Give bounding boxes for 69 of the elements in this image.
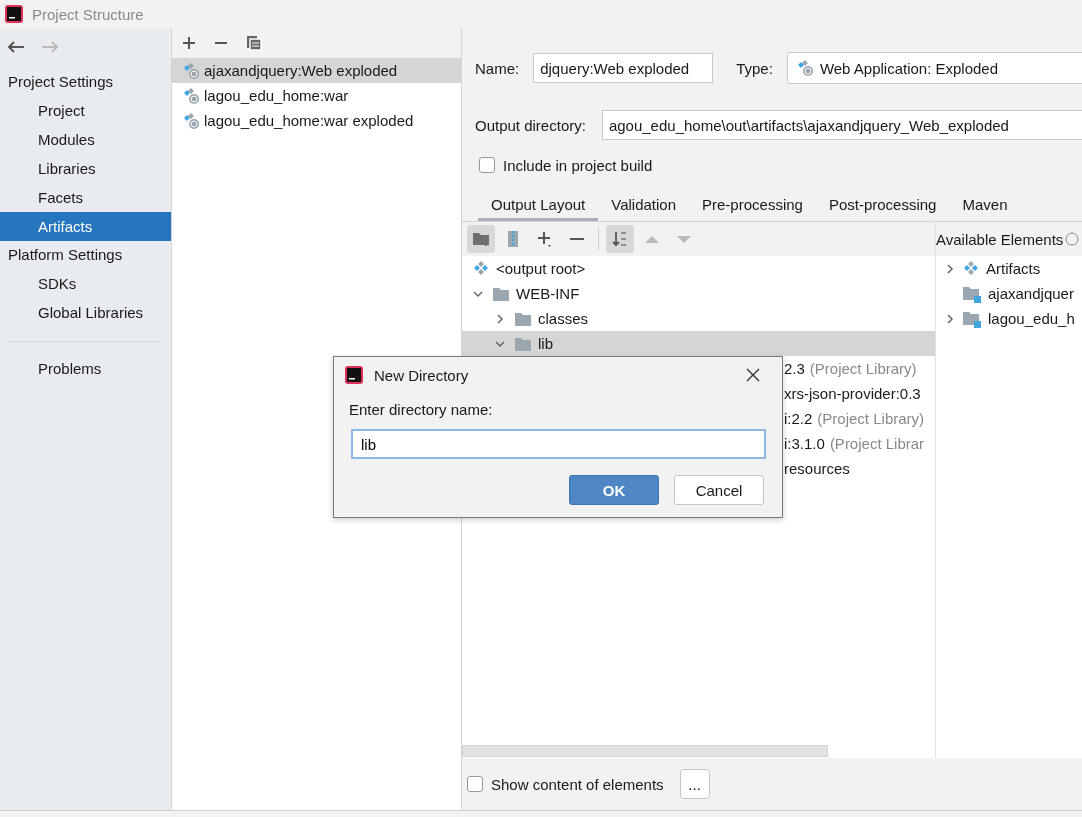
available-elements-label: Available Elements [936, 222, 1082, 256]
back-arrow-icon[interactable] [6, 40, 26, 54]
chevron-icon[interactable] [944, 312, 956, 325]
sidebar-item[interactable]: Libraries [0, 154, 171, 183]
artifact-icon [962, 259, 980, 278]
add-icon[interactable] [182, 36, 196, 50]
tree-row[interactable]: classes [462, 306, 935, 331]
tree-row[interactable]: <output root> [462, 256, 935, 281]
new-folder-icon[interactable] [467, 225, 495, 253]
module-folder-icon [962, 309, 982, 328]
library-row[interactable]: i:2.2 (Project Library) [784, 406, 925, 431]
tree-row[interactable]: lib [462, 331, 935, 356]
sidebar-item[interactable]: Global Libraries [0, 298, 171, 327]
artifact-item[interactable]: ajaxandjquery:Web exploded [172, 58, 461, 83]
include-checkbox[interactable] [479, 157, 495, 173]
tree-row[interactable]: WEB-INF [462, 281, 935, 306]
output-directory-label: Output directory: [475, 116, 586, 134]
tab[interactable]: Maven [949, 193, 1021, 221]
directory-name-field[interactable]: lib [351, 429, 766, 459]
available-element[interactable]: Artifacts [936, 256, 1082, 281]
close-icon[interactable] [746, 368, 760, 382]
sidebar-item[interactable]: Project [0, 96, 171, 125]
type-label: Type: [736, 59, 773, 77]
sidebar-item[interactable]: SDKs [0, 269, 171, 298]
tab[interactable]: Validation [598, 193, 689, 221]
sidebar-item[interactable]: Facets [0, 183, 171, 212]
sidebar-item[interactable]: Artifacts [0, 212, 171, 241]
output-directory-field[interactable]: agou_edu_home\out\artifacts\ajaxandjquery_Web_exploded [601, 110, 1082, 140]
app-logo-icon [4, 4, 24, 24]
web-module-icon [182, 61, 200, 80]
type-dropdown[interactable]: Web Application: Exploded [786, 52, 1082, 84]
library-row[interactable]: xrs-json-provider:0.3 [784, 381, 921, 406]
cancel-button[interactable]: Cancel [674, 475, 764, 505]
dialog-title: New Directory [374, 366, 470, 384]
folder-icon [514, 335, 532, 352]
show-content-label: Show content of elements [491, 775, 664, 793]
chevron-icon[interactable] [494, 312, 506, 325]
more-button[interactable]: ... [679, 769, 710, 799]
app-logo-icon [344, 365, 364, 385]
name-field[interactable]: djquery:Web exploded [533, 53, 714, 83]
prompt-label: Enter directory name: [348, 401, 494, 420]
folder-icon [514, 310, 532, 327]
copy-icon[interactable] [246, 35, 262, 51]
artifact-item[interactable]: lagou_edu_home:war [172, 83, 461, 108]
section-header: Project Settings [7, 72, 115, 92]
tab[interactable]: Post-processing [815, 193, 950, 221]
window-title: Project Structure [32, 5, 144, 23]
web-module-icon [182, 111, 200, 130]
horizontal-scrollbar[interactable] [462, 745, 828, 757]
artifact-item[interactable]: lagou_edu_home:war exploded [172, 108, 461, 133]
artifact-icon [472, 259, 490, 278]
include-label: Include in project build [503, 156, 653, 174]
sort-icon[interactable] [606, 225, 634, 253]
web-module-icon [182, 86, 200, 105]
ok-button[interactable]: OK [569, 475, 659, 505]
show-content-checkbox[interactable] [467, 776, 483, 792]
chevron-icon[interactable] [944, 262, 956, 275]
folder-icon [492, 285, 510, 302]
library-row[interactable]: i:3.1.0 (Project Librar [784, 431, 925, 456]
library-row[interactable]: 2.3 (Project Library) [784, 356, 917, 381]
library-row[interactable]: resources [784, 456, 850, 481]
name-label: Name: [475, 59, 520, 77]
tab[interactable]: Pre-processing [689, 193, 816, 221]
module-folder-icon [962, 284, 982, 303]
available-element[interactable]: ajaxandjquer [936, 281, 1082, 306]
sidebar-item[interactable]: Modules [0, 125, 171, 154]
available-element[interactable]: lagou_edu_h [936, 306, 1082, 331]
sidebar-item[interactable]: Problems [0, 354, 171, 383]
section-header: Platform Settings [7, 245, 124, 265]
